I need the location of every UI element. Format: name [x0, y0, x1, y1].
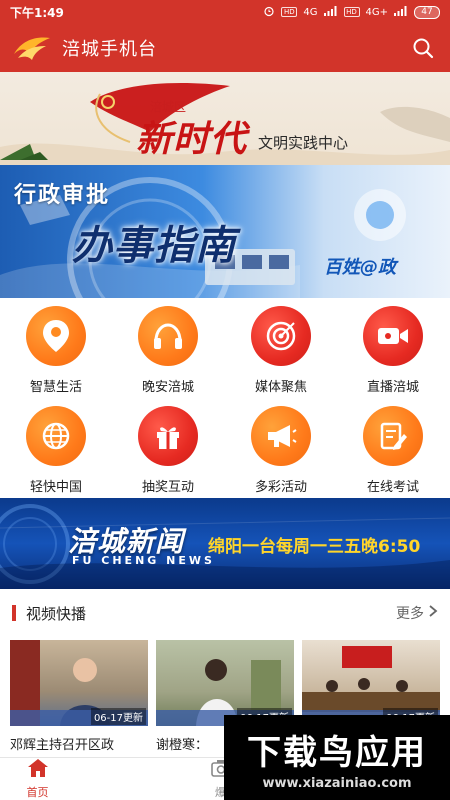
- banner1-headline: 新时代: [136, 118, 248, 160]
- watermark-brand: 下载鸟应用: [247, 732, 427, 773]
- grid-item-live[interactable]: 直播涪城: [337, 298, 449, 398]
- section-accent-bar: [12, 605, 16, 621]
- grid-label: 智慧生活: [29, 380, 82, 395]
- signal-icon-2: [394, 5, 408, 19]
- video-camera-icon: [363, 306, 423, 366]
- banner1-subtitle: 文明实践中心: [258, 134, 349, 152]
- video-date: 06-17更新: [90, 708, 146, 725]
- network-label-1: 4G: [303, 6, 318, 18]
- nav-label: 首页: [26, 786, 49, 799]
- swallow-logo-icon: [12, 34, 52, 62]
- megaphone-icon: [251, 406, 311, 466]
- chevron-right-icon: [428, 604, 438, 622]
- network-label-2: 4G+: [365, 6, 389, 18]
- globe-icon: [26, 406, 86, 466]
- grid-label: 抽奖互动: [141, 480, 194, 495]
- watermark-url: www.xiazainiao.com: [262, 775, 412, 791]
- section-title: 视频快播: [26, 604, 87, 623]
- status-bar: 下午1:49 HD 4G HD 4G+ 47: [0, 0, 450, 24]
- grid-label: 晚安涪城: [141, 380, 194, 395]
- news-banner-pinyin: FU CHENG NEWS: [72, 554, 215, 567]
- grid-label: 在线考试: [366, 480, 419, 495]
- banner-fucheng-news[interactable]: 涪城新闻 FU CHENG NEWS 绵阳一台每周一三五晚6:50: [0, 498, 450, 589]
- signal-icon-1: [323, 5, 338, 19]
- app-root: 下午1:49 HD 4G HD 4G+ 47 涪城手机台 涪城区 新时代 文明实…: [0, 0, 450, 800]
- grid-item-activities[interactable]: 多彩活动: [225, 398, 337, 498]
- home-icon: [27, 758, 49, 782]
- alarm-icon: [263, 5, 275, 20]
- news-banner-schedule: 绵阳一台每周一三五晚6:50: [208, 537, 421, 557]
- location-pin-icon: [26, 306, 86, 366]
- exam-pen-icon: [363, 406, 423, 466]
- banner-administrative-guide[interactable]: 行政审批 办事指南 百姓@政: [0, 165, 450, 298]
- video-thumbnail: 06-17更新: [10, 640, 148, 726]
- feature-grid: 智慧生活 晚安涪城 媒体聚焦 直播涪城 轻快中国 抽奖互动 多彩活动 在线考试: [0, 298, 450, 498]
- grid-label: 直播涪城: [366, 380, 419, 395]
- video-title: 邓辉主持召开区政: [10, 738, 115, 753]
- more-link[interactable]: 更多: [396, 603, 438, 623]
- video-thumbnail: 06-17更新: [156, 640, 294, 726]
- status-time: 下午1:49: [10, 5, 64, 20]
- grid-item-lottery[interactable]: 抽奖互动: [112, 398, 224, 498]
- video-thumbnail: 06-17更新: [302, 640, 440, 726]
- grid-item-light-china[interactable]: 轻快中国: [0, 398, 112, 498]
- video-card[interactable]: 06-17更新 邓辉主持召开区政: [10, 640, 148, 753]
- grid-item-goodnight[interactable]: 晚安涪城: [112, 298, 224, 398]
- video-section-header: 视频快播 更多: [0, 589, 450, 637]
- hd-badge-2: HD: [343, 7, 360, 17]
- grid-label: 多彩活动: [254, 480, 307, 495]
- target-icon: [251, 306, 311, 366]
- grid-label: 轻快中国: [29, 480, 82, 495]
- battery-indicator: 47: [414, 5, 440, 19]
- headphones-icon: [138, 306, 198, 366]
- app-title: 涪城手机台: [62, 39, 157, 60]
- watermark-overlay: 下载鸟应用 www.xiazainiao.com: [224, 715, 450, 800]
- grid-item-exam[interactable]: 在线考试: [337, 398, 449, 498]
- gift-icon: [138, 406, 198, 466]
- search-icon[interactable]: [408, 33, 438, 63]
- banner-civilization-center[interactable]: 涪城区 新时代 文明实践中心: [0, 72, 450, 165]
- hd-badge-1: HD: [281, 7, 298, 17]
- grid-item-smart-life[interactable]: 智慧生活: [0, 298, 112, 398]
- status-icons: HD 4G HD 4G+ 47: [263, 5, 440, 20]
- more-label: 更多: [396, 606, 424, 622]
- grid-item-media-focus[interactable]: 媒体聚焦: [225, 298, 337, 398]
- banner2-headline-top: 行政审批: [14, 183, 111, 208]
- banner2-headline-main: 办事指南: [72, 223, 236, 269]
- nav-item-home[interactable]: 首页: [0, 758, 75, 800]
- app-bar: 涪城手机台: [0, 24, 450, 72]
- banner2-badge: 百姓@政: [324, 257, 396, 278]
- grid-label: 媒体聚焦: [254, 380, 307, 395]
